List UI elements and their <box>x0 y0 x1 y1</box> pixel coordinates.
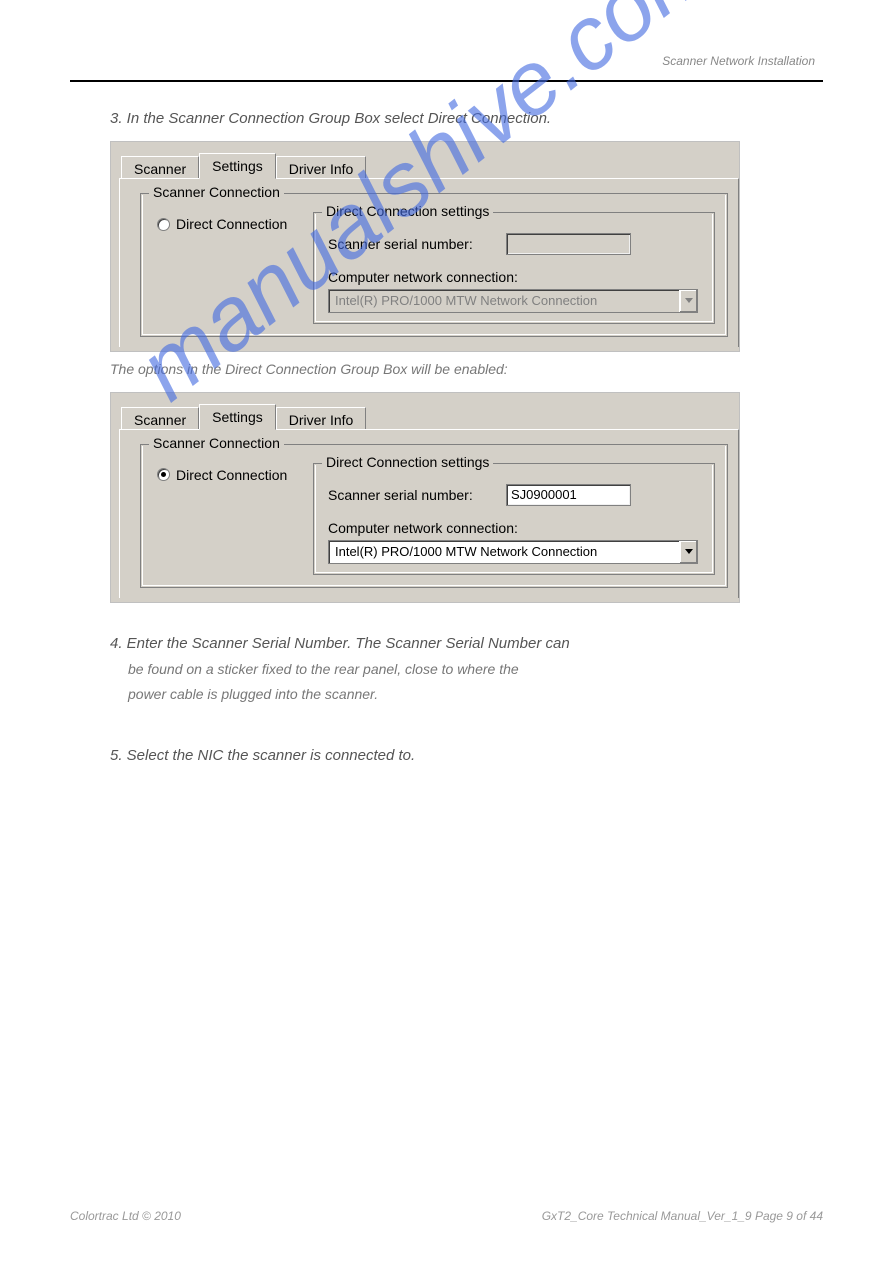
scanner-connection-group: Scanner Connection Direct Connection Dir… <box>140 444 728 588</box>
serial-label: Scanner serial number: <box>328 487 496 503</box>
header-title: Scanner Network Installation <box>70 54 823 68</box>
tab-settings[interactable]: Settings <box>199 404 276 430</box>
step-4-line3: power cable is plugged into the scanner. <box>128 685 823 705</box>
network-label: Computer network connection: <box>328 520 700 536</box>
direct-connection-radio[interactable]: Direct Connection <box>157 212 305 232</box>
network-dropdown[interactable]: Intel(R) PRO/1000 MTW Network Connection <box>328 540 698 564</box>
serial-row: Scanner serial number: <box>328 233 700 255</box>
tab-driver-info[interactable]: Driver Info <box>276 407 367 429</box>
tab-bar: Scanner Settings Driver Info <box>121 403 739 429</box>
tab-scanner[interactable]: Scanner <box>121 156 199 178</box>
direct-connection-settings-group: Direct Connection settings Scanner seria… <box>313 463 715 575</box>
direct-connection-settings-group: Direct Connection settings Scanner seria… <box>313 212 715 324</box>
tab-scanner[interactable]: Scanner <box>121 407 199 429</box>
page-footer: Colortrac Ltd © 2010 GxT2_Core Technical… <box>70 1209 823 1223</box>
settings-panel-disabled: Scanner Settings Driver Info Scanner Con… <box>110 141 740 352</box>
scanner-connection-group: Scanner Connection Direct Connection Dir… <box>140 193 728 337</box>
settings-panel-enabled: Scanner Settings Driver Info Scanner Con… <box>110 392 740 603</box>
radio-label: Direct Connection <box>176 467 287 483</box>
serial-row: Scanner serial number: SJ0900001 <box>328 484 700 506</box>
header-rule <box>70 80 823 82</box>
chevron-down-icon <box>679 541 697 563</box>
step-5-text: 5. Select the NIC the scanner is connect… <box>110 745 823 766</box>
dropdown-value: Intel(R) PRO/1000 MTW Network Connection <box>329 290 679 312</box>
step-3-text: 3. In the Scanner Connection Group Box s… <box>110 108 823 129</box>
step-4-line2: be found on a sticker fixed to the rear … <box>128 660 823 680</box>
connection-row: Direct Connection Direct Connection sett… <box>157 463 715 575</box>
tab-bar: Scanner Settings Driver Info <box>121 152 739 178</box>
connection-row: Direct Connection Direct Connection sett… <box>157 212 715 324</box>
serial-input[interactable]: SJ0900001 <box>506 484 631 506</box>
radio-icon <box>157 218 170 231</box>
dropdown-value: Intel(R) PRO/1000 MTW Network Connection <box>329 541 679 563</box>
group-legend: Scanner Connection <box>149 184 284 200</box>
chevron-down-icon <box>679 290 697 312</box>
serial-label: Scanner serial number: <box>328 236 496 252</box>
tab-body: Scanner Connection Direct Connection Dir… <box>119 178 739 347</box>
network-label: Computer network connection: <box>328 269 700 285</box>
radio-icon <box>157 468 170 481</box>
page: Scanner Network Installation 3. In the S… <box>0 0 893 766</box>
tab-driver-info[interactable]: Driver Info <box>276 156 367 178</box>
footer-left: Colortrac Ltd © 2010 <box>70 1209 181 1223</box>
tab-body: Scanner Connection Direct Connection Dir… <box>119 429 739 598</box>
footer-right: GxT2_Core Technical Manual_Ver_1_9 Page … <box>542 1209 823 1223</box>
serial-input[interactable] <box>506 233 631 255</box>
inner-group-legend: Direct Connection settings <box>322 454 493 470</box>
tab-settings[interactable]: Settings <box>199 153 276 179</box>
inner-group-legend: Direct Connection settings <box>322 203 493 219</box>
step-3-subtext: The options in the Direct Connection Gro… <box>110 360 823 380</box>
group-legend: Scanner Connection <box>149 435 284 451</box>
network-dropdown[interactable]: Intel(R) PRO/1000 MTW Network Connection <box>328 289 698 313</box>
step-4-line1: 4. Enter the Scanner Serial Number. The … <box>110 633 823 654</box>
radio-label: Direct Connection <box>176 216 287 232</box>
direct-connection-radio[interactable]: Direct Connection <box>157 463 305 483</box>
